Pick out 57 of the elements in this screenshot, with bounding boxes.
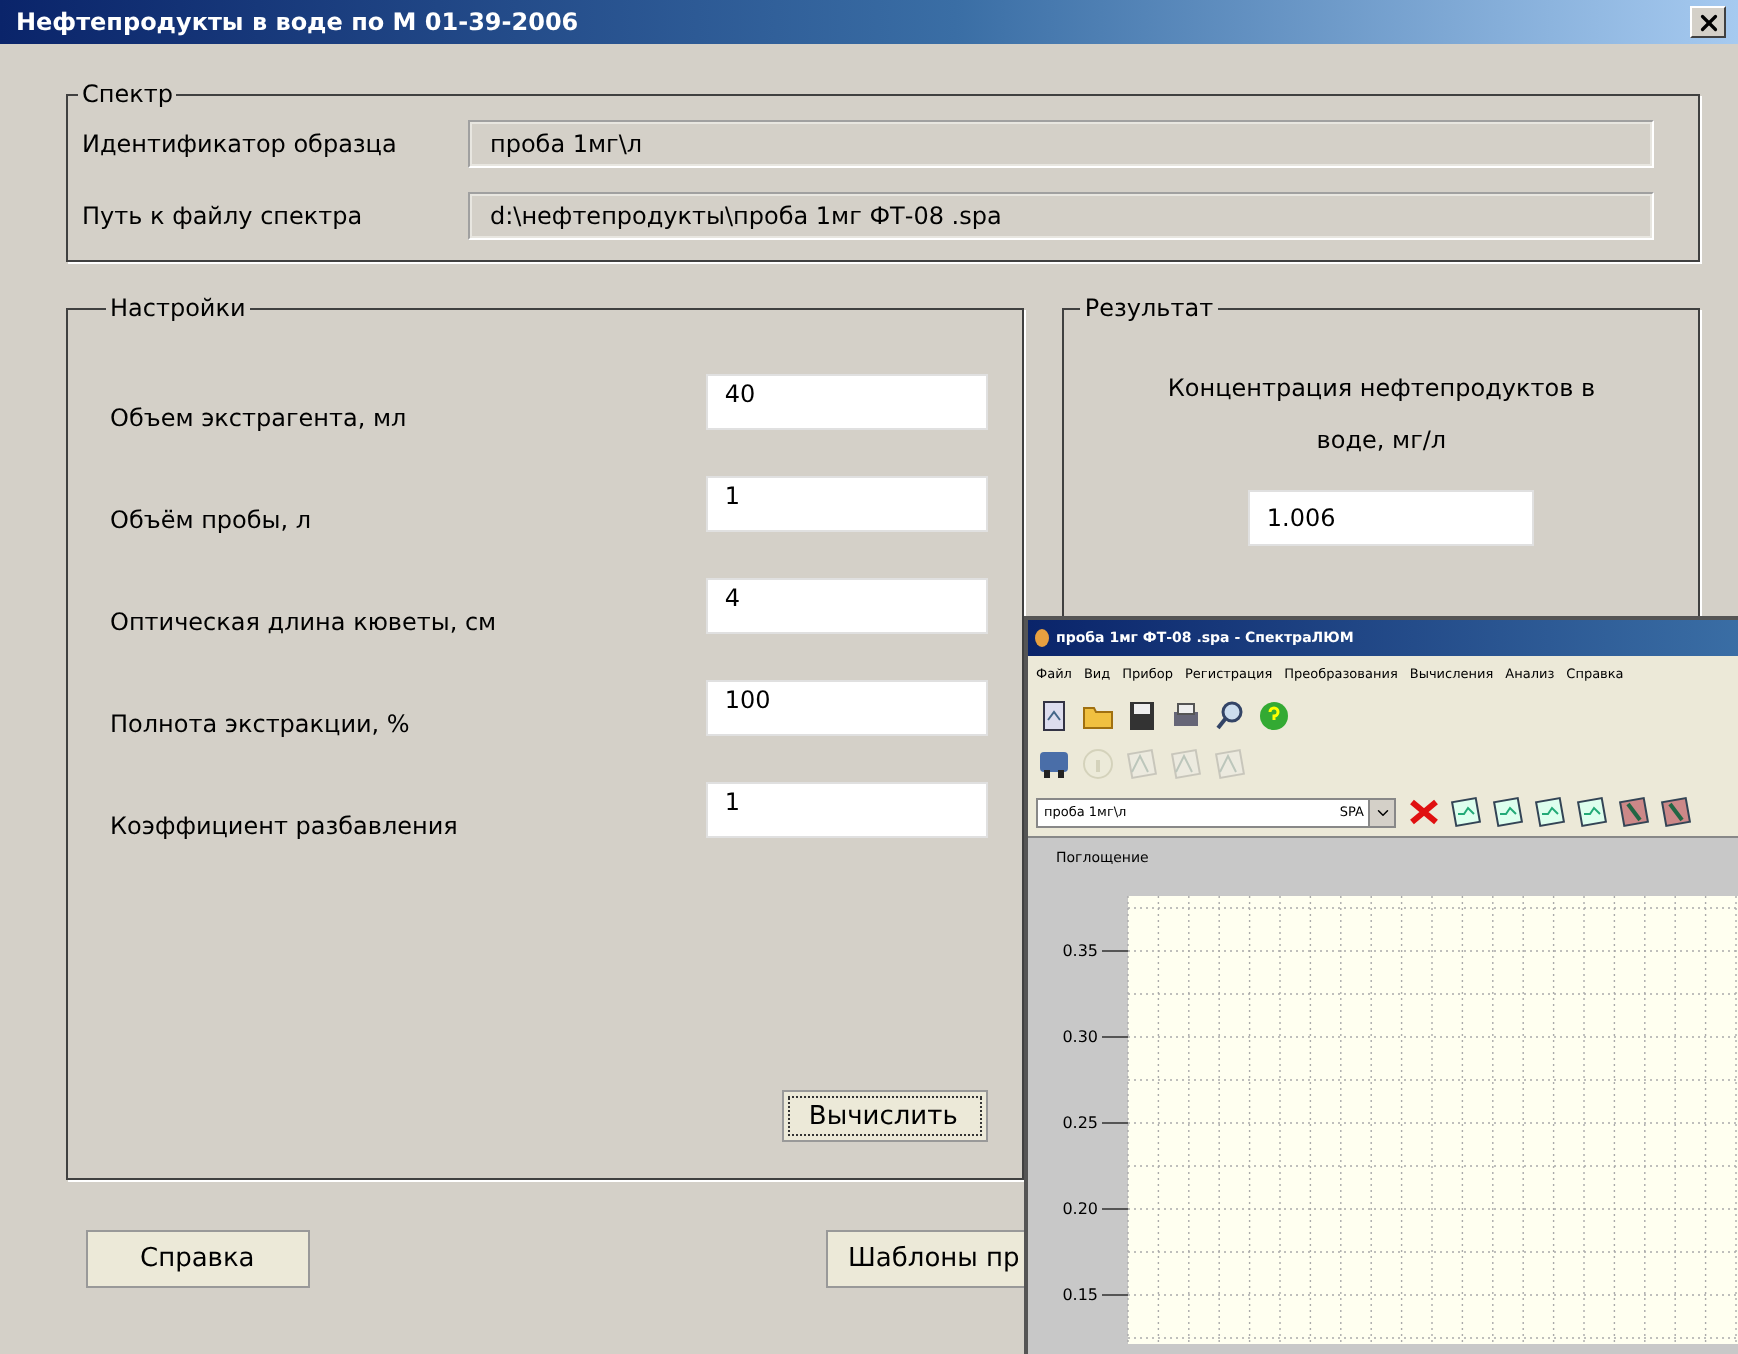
device-icon [1038, 748, 1070, 780]
toolbar-button[interactable] [1036, 746, 1072, 782]
help-icon [1258, 700, 1290, 732]
close-icon [1695, 9, 1721, 35]
result-label: Концентрация нефтепродуктов в воде, мг/л [1166, 372, 1597, 458]
tick-label: 0.20 [1062, 1200, 1098, 1218]
group-title: Настройки [108, 294, 248, 322]
toolbar-button[interactable] [1574, 794, 1610, 830]
spectrum-icon [1126, 748, 1158, 780]
toolbar-button[interactable] [1532, 794, 1568, 830]
chart-sheet-icon [1660, 796, 1692, 828]
window-title: Нефтепродукты в воде по М 01-39-2006 [16, 8, 579, 36]
cross-icon [1408, 796, 1440, 828]
chart-sheet-icon [1576, 796, 1608, 828]
toolbar-button[interactable] [1616, 794, 1652, 830]
number-field[interactable]: 40 [706, 373, 989, 429]
result-field[interactable]: 1.006 [1248, 490, 1535, 546]
magnifier-icon [1214, 700, 1246, 732]
toolbar-button[interactable] [1658, 794, 1694, 830]
tick-label: 0.30 [1062, 1028, 1098, 1046]
chart-sheet-icon [1492, 796, 1524, 828]
app-icon [1034, 628, 1050, 648]
toolbar-button[interactable] [1124, 698, 1160, 734]
field-label: Путь к файлу спектра [82, 202, 365, 230]
number-field[interactable]: 1 [706, 781, 989, 837]
field-label: Объем экстрагента, мл [110, 403, 409, 431]
floppy-icon [1126, 700, 1158, 732]
number-field[interactable]: 4 [706, 577, 989, 633]
text-field[interactable]: проба 1мг\л [468, 120, 1654, 168]
number-field[interactable]: 1 [706, 475, 989, 531]
number-field[interactable]: 100 [706, 679, 989, 735]
chart-sheet-icon [1450, 796, 1482, 828]
printer-icon [1170, 700, 1202, 732]
chart-sheet-icon [1618, 796, 1650, 828]
spectrum-icon [1170, 748, 1202, 780]
tick-label: 0.25 [1062, 1114, 1098, 1132]
field-label: Идентификатор образца [82, 130, 399, 158]
tick-label: 0.15 [1062, 1286, 1098, 1304]
tick-label: 0.35 [1062, 942, 1098, 960]
compute-button[interactable]: Вычислить [782, 1090, 989, 1142]
toolbar-button[interactable] [1212, 698, 1248, 734]
group-title: Спектр [80, 80, 175, 108]
templates-button[interactable]: Шаблоны пр [826, 1230, 1024, 1288]
field-label: Оптическая длина кюветы, см [110, 607, 499, 635]
info-icon [1082, 748, 1114, 780]
close-button[interactable] [1690, 6, 1726, 38]
field-label: Полнота экстракции, % [110, 709, 412, 737]
document-icon [1038, 700, 1070, 732]
help-button[interactable]: Справка [86, 1230, 310, 1288]
toolbar-button[interactable] [1448, 794, 1484, 830]
field-label: Объём пробы, л [110, 505, 314, 533]
field-label: Коэффициент разбавления [110, 811, 460, 839]
spectrum-icon [1214, 748, 1246, 780]
toolbar-button[interactable] [1490, 794, 1526, 830]
group-title: Результат [1082, 294, 1216, 322]
text-field[interactable]: d:\нефтепродукты\проба 1мг ФТ-08 .spa [468, 192, 1654, 240]
chart-sheet-icon [1534, 796, 1566, 828]
